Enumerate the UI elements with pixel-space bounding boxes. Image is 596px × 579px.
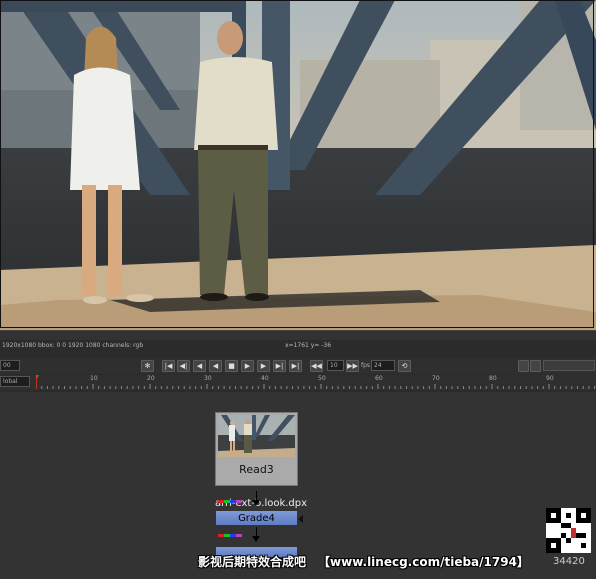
timeline-tick-label: 10 <box>90 375 98 382</box>
node-graph[interactable]: Read3 arri-ext-b.look.dpx Grade4 <box>0 392 596 579</box>
alpha-channel-chip <box>236 534 242 537</box>
watermark-chinese: 影视后期特效合成吧 <box>198 555 307 569</box>
watermark-url: 【www.linecg.com/tieba/1794】 <box>318 555 529 569</box>
read-channel-chips <box>218 488 244 503</box>
watermark-banner: 影视后期特效合成吧 【www.linecg.com/tieba/1794】 <box>198 552 560 572</box>
read-node[interactable]: Read3 arri-ext-b.look.dpx <box>215 412 307 509</box>
qr-code-icon <box>546 508 591 553</box>
viewer-option-button-1[interactable] <box>518 360 529 372</box>
timeline-tick-label: 90 <box>546 375 554 382</box>
watermark-id: 34420 <box>553 556 585 567</box>
fps-field[interactable]: 24 <box>371 360 395 371</box>
fps-label: fps <box>361 362 371 369</box>
timeline-tick-label: 20 <box>147 375 155 382</box>
timeline-tick-label: 70 <box>432 375 440 382</box>
play-forward-button[interactable]: ▶ <box>241 360 254 372</box>
step-forward-button[interactable]: ▶▶ <box>346 360 359 372</box>
step-back-button[interactable]: ◀◀ <box>310 360 323 372</box>
timeline-tick-label: 60 <box>375 375 383 382</box>
first-frame-button[interactable]: |◀ <box>162 360 175 372</box>
frame-increment-field[interactable]: 10 <box>327 360 344 371</box>
next-keyframe-button[interactable]: ▶| <box>273 360 286 372</box>
alpha-channel-chip <box>236 500 242 503</box>
timeline-mode-dropdown[interactable]: lobal <box>0 376 30 387</box>
loop-mode-button[interactable]: ⟲ <box>398 360 411 372</box>
read-node-label: Read3 <box>239 463 274 476</box>
prev-frame-button[interactable]: ◀ <box>193 360 206 372</box>
cursor-coords: x=1761 y= -36 <box>285 342 332 349</box>
read-thumbnail <box>218 415 295 457</box>
mask-input-arrow-icon[interactable] <box>298 515 303 523</box>
timeline-tick-label: 50 <box>318 375 326 382</box>
viewer-frame <box>0 0 594 328</box>
stop-button[interactable]: ■ <box>225 360 238 372</box>
timeline-ruler[interactable] <box>36 375 596 390</box>
viewer-info-bar: 1920x1080 bbox: 0 0 1920 1080 channels: … <box>0 340 596 352</box>
current-frame-field[interactable]: 00 <box>0 360 20 371</box>
format-info: 1920x1080 bbox: 0 0 1920 1080 channels: … <box>2 342 144 349</box>
transport-bar: 00 ✻ |◀ ◀| ◀ ◀ ■ ▶ ▶ ▶| ▶| ◀◀ 10 ▶▶ fps … <box>0 358 596 374</box>
timeline-bar: lobal 10 20 30 40 50 60 70 80 90 <box>0 375 596 390</box>
next-frame-button[interactable]: ▶ <box>257 360 270 372</box>
timeline-tick-label: 30 <box>204 375 212 382</box>
play-backward-button[interactable]: ◀ <box>209 360 222 372</box>
viewer-divider[interactable] <box>0 330 596 340</box>
snowflake-button[interactable]: ✻ <box>141 360 154 372</box>
viewer-option-button-2[interactable] <box>530 360 541 372</box>
grade-channel-chips <box>218 522 244 537</box>
viewer-panel[interactable] <box>0 0 596 330</box>
last-frame-button[interactable]: ▶| <box>289 360 302 372</box>
timeline-tick-label: 80 <box>489 375 497 382</box>
prev-keyframe-button[interactable]: ◀| <box>177 360 190 372</box>
timeline-tick-label: 40 <box>261 375 269 382</box>
viewer-range-field[interactable] <box>543 360 595 371</box>
pipe-arrow-icon <box>252 500 260 506</box>
pipe-arrow-icon <box>252 536 260 542</box>
